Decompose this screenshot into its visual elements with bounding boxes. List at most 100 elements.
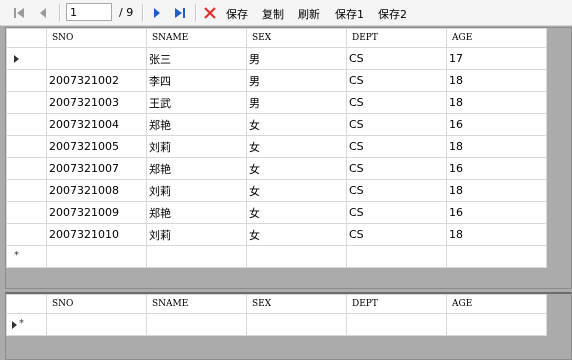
row-header[interactable]: [6, 179, 47, 202]
move-last-button[interactable]: [171, 3, 189, 23]
table-row[interactable]: 2007321009 郑艳 女 CS 16: [6, 201, 547, 224]
new-cell-sex[interactable]: [246, 245, 347, 268]
cell-sname[interactable]: 李四: [146, 69, 247, 92]
cell-age[interactable]: 18: [446, 223, 547, 246]
row-header[interactable]: [6, 201, 47, 224]
cell-age[interactable]: 16: [446, 157, 547, 180]
cell-sex[interactable]: 女: [246, 135, 347, 158]
cell-sex[interactable]: 女: [246, 113, 347, 136]
cell-sno[interactable]: 2007321004: [46, 113, 147, 136]
cell-age[interactable]: 16: [446, 113, 547, 136]
cell-sno[interactable]: 2007321008: [46, 179, 147, 202]
cell-sex[interactable]: 女: [246, 179, 347, 202]
row-header[interactable]: [6, 47, 47, 70]
cell-sno[interactable]: 2007321007: [46, 157, 147, 180]
column-header-sname[interactable]: SNAME: [146, 28, 247, 48]
row-header[interactable]: *: [6, 245, 47, 268]
cell-sex[interactable]: 女: [246, 157, 347, 180]
table-row[interactable]: 2007321010 刘莉 女 CS 18: [6, 223, 547, 246]
cell-sname[interactable]: 郑艳: [146, 157, 247, 180]
new-cell-sno[interactable]: [46, 313, 147, 336]
cell-dept[interactable]: CS: [346, 157, 447, 180]
cell-dept[interactable]: CS: [346, 91, 447, 114]
table-row[interactable]: 2007321001 张三 男 CS 17: [6, 47, 547, 70]
cell-sex[interactable]: 女: [246, 223, 347, 246]
table-row[interactable]: 2007321008 刘莉 女 CS 18: [6, 179, 547, 202]
save-button[interactable]: 保存: [226, 6, 248, 22]
cell-sex[interactable]: 男: [246, 69, 347, 92]
cell-age[interactable]: 16: [446, 201, 547, 224]
new-cell-sname[interactable]: [146, 313, 247, 336]
row-header[interactable]: [6, 135, 47, 158]
move-previous-button[interactable]: [34, 3, 52, 23]
top-left-header-cell[interactable]: [6, 28, 47, 48]
cell-age[interactable]: 18: [446, 179, 547, 202]
move-first-button[interactable]: [10, 3, 28, 23]
column-header-sex[interactable]: SEX: [246, 294, 347, 314]
cell-sno[interactable]: 2007321002: [46, 69, 147, 92]
cell-sname[interactable]: 王武: [146, 91, 247, 114]
new-cell-age[interactable]: [446, 313, 547, 336]
row-header[interactable]: [6, 223, 47, 246]
new-cell-dept[interactable]: [346, 245, 447, 268]
cell-dept[interactable]: CS: [346, 135, 447, 158]
column-header-sno[interactable]: SNO: [46, 28, 147, 48]
column-header-sno[interactable]: SNO: [46, 294, 147, 314]
new-row[interactable]: *: [6, 245, 547, 268]
new-row[interactable]: *: [6, 313, 547, 336]
cell-age[interactable]: 18: [446, 91, 547, 114]
cell-dept[interactable]: CS: [346, 113, 447, 136]
column-header-sex[interactable]: SEX: [246, 28, 347, 48]
cell-dept[interactable]: CS: [346, 69, 447, 92]
column-header-dept[interactable]: DEPT: [346, 28, 447, 48]
top-left-header-cell[interactable]: [6, 294, 47, 314]
cell-sno[interactable]: 2007321005: [46, 135, 147, 158]
save2-button[interactable]: 保存2: [378, 6, 407, 22]
table-row[interactable]: 2007321005 刘莉 女 CS 18: [6, 135, 547, 158]
cell-sno[interactable]: 2007321003: [46, 91, 147, 114]
cell-dept[interactable]: CS: [346, 223, 447, 246]
row-header[interactable]: *: [6, 313, 47, 336]
delete-button[interactable]: [201, 3, 219, 23]
cell-dept[interactable]: CS: [346, 201, 447, 224]
cell-age[interactable]: 18: [446, 69, 547, 92]
new-cell-sex[interactable]: [246, 313, 347, 336]
student-data-grid[interactable]: SNO SNAME SEX DEPT AGE 2007321001 张三 男 C…: [5, 27, 572, 289]
cell-age[interactable]: 18: [446, 135, 547, 158]
column-header-sname[interactable]: SNAME: [146, 294, 247, 314]
cell-sno[interactable]: 2007321001: [46, 47, 147, 70]
cell-age[interactable]: 17: [446, 47, 547, 70]
cell-dept[interactable]: CS: [346, 47, 447, 70]
row-header[interactable]: [6, 113, 47, 136]
column-header-age[interactable]: AGE: [446, 294, 547, 314]
copy-button[interactable]: 复制: [262, 6, 284, 22]
new-cell-dept[interactable]: [346, 313, 447, 336]
new-cell-age[interactable]: [446, 245, 547, 268]
cell-sname[interactable]: 郑艳: [146, 113, 247, 136]
cell-sname[interactable]: 刘莉: [146, 135, 247, 158]
cell-dept[interactable]: CS: [346, 179, 447, 202]
save1-button[interactable]: 保存1: [335, 6, 364, 22]
cell-sname[interactable]: 张三: [146, 47, 247, 70]
table-row[interactable]: 2007321004 郑艳 女 CS 16: [6, 113, 547, 136]
new-cell-sname[interactable]: [146, 245, 247, 268]
cell-sno[interactable]: 2007321010: [46, 223, 147, 246]
cell-sex[interactable]: 男: [246, 91, 347, 114]
table-row[interactable]: 2007321003 王武 男 CS 18: [6, 91, 547, 114]
cell-sname[interactable]: 刘莉: [146, 179, 247, 202]
row-header[interactable]: [6, 69, 47, 92]
position-input[interactable]: [66, 3, 112, 21]
cell-sname[interactable]: 刘莉: [146, 223, 247, 246]
column-header-dept[interactable]: DEPT: [346, 294, 447, 314]
cell-sname[interactable]: 郑艳: [146, 201, 247, 224]
cell-sno[interactable]: 2007321009: [46, 201, 147, 224]
table-row[interactable]: 2007321007 郑艳 女 CS 16: [6, 157, 547, 180]
cell-sex[interactable]: 男: [246, 47, 347, 70]
move-next-button[interactable]: [148, 3, 166, 23]
table-row[interactable]: 2007321002 李四 男 CS 18: [6, 69, 547, 92]
row-header[interactable]: [6, 157, 47, 180]
cell-sex[interactable]: 女: [246, 201, 347, 224]
column-header-age[interactable]: AGE: [446, 28, 547, 48]
new-cell-sno[interactable]: [46, 245, 147, 268]
row-header[interactable]: [6, 91, 47, 114]
